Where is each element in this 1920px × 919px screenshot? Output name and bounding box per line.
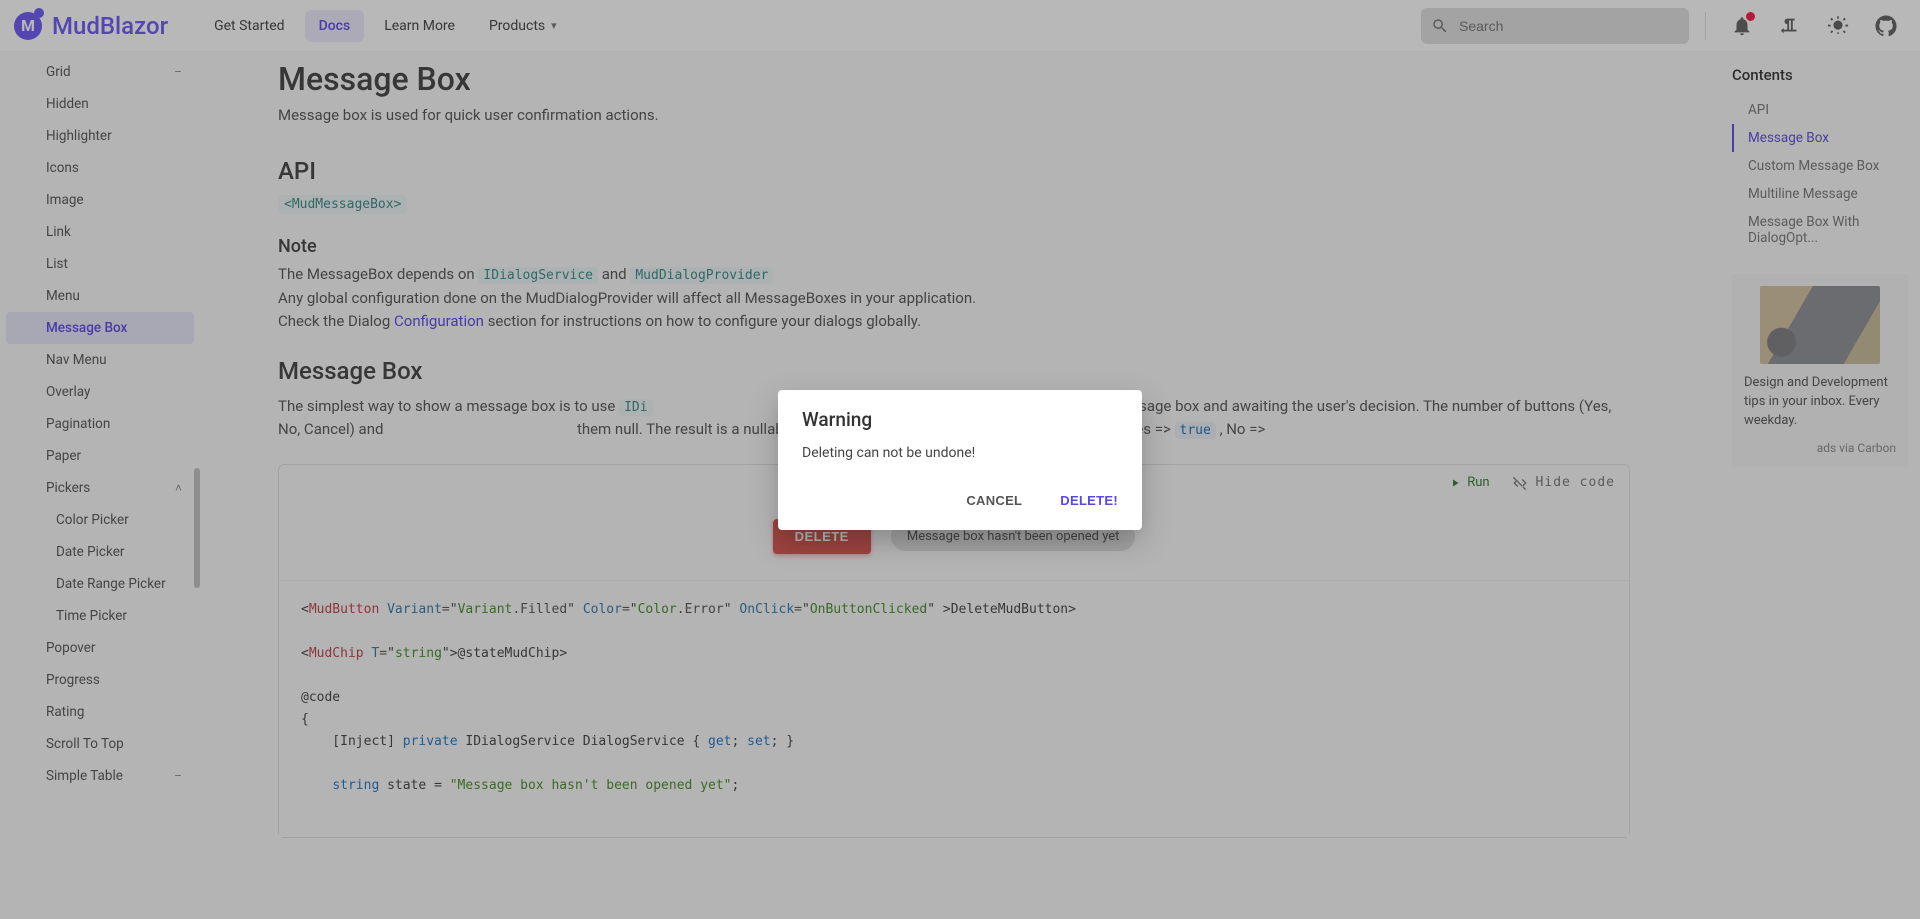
message-box-dialog: Warning Deleting can not be undone! CANC… (778, 390, 1142, 530)
dialog-actions: CANCEL DELETE! (778, 479, 1142, 530)
cancel-button[interactable]: CANCEL (956, 485, 1032, 516)
dialog-title: Warning (778, 390, 1142, 441)
confirm-delete-button[interactable]: DELETE! (1050, 485, 1128, 516)
dialog-overlay[interactable]: Warning Deleting can not be undone! CANC… (0, 0, 1920, 919)
dialog-body: Deleting can not be undone! (778, 441, 1142, 479)
